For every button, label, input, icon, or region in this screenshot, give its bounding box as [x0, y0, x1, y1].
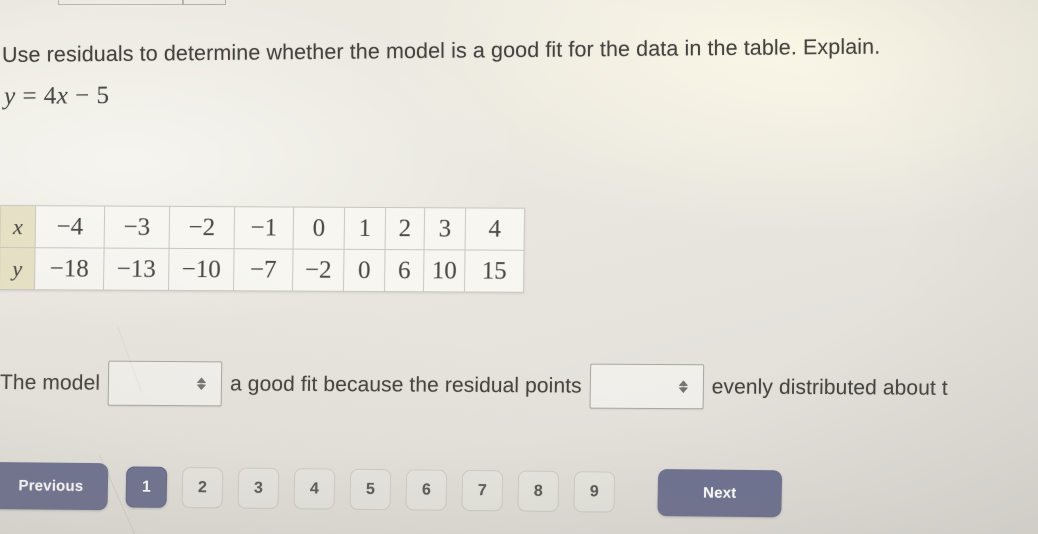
answer-dropdown-1-value [109, 383, 194, 384]
cell-x-1: −3 [104, 206, 170, 249]
cell-x-2: −2 [169, 206, 235, 249]
page-button-7[interactable]: 7 [461, 469, 504, 512]
equation-y-variable: y [4, 82, 16, 110]
cell-x-3: −1 [234, 206, 294, 250]
table-row-x: x −4 −3 −2 −1 0 1 2 3 4 [0, 205, 525, 251]
page-button-9[interactable]: 9 [573, 471, 616, 513]
pagination-bar: Previous 1 2 3 4 5 6 7 8 9 Next [0, 462, 1038, 520]
page-button-1[interactable]: 1 [125, 466, 168, 508]
cell-y-3: −7 [233, 248, 294, 292]
page-button-6[interactable]: 6 [405, 469, 448, 511]
row-label-x: x [0, 205, 36, 248]
cell-x-5: 1 [344, 207, 386, 250]
worksheet-content: Use residuals to determine whether the m… [0, 0, 1038, 534]
cell-x-6: 2 [385, 207, 425, 250]
cell-y-6: 6 [384, 249, 425, 292]
answer-text-middle: a good fit because the residual points [229, 371, 582, 398]
question-prompt: Use residuals to determine whether the m… [2, 34, 881, 67]
quiz-screen: Use residuals to determine whether the m… [0, 0, 1038, 534]
model-equation: y = 4x − 5 [4, 82, 109, 111]
cell-y-2: −10 [168, 248, 235, 291]
cell-y-1: −13 [103, 248, 170, 291]
page-button-3[interactable]: 3 [237, 467, 280, 510]
row-label-y: y [0, 247, 36, 290]
cell-x-7: 3 [424, 207, 466, 250]
answer-text-before: The model [0, 370, 101, 395]
equation-x-variable: x [56, 82, 69, 110]
cell-y-7: 10 [423, 249, 466, 292]
cell-x-8: 4 [465, 207, 525, 251]
cell-x-0: −4 [35, 205, 105, 249]
page-button-5[interactable]: 5 [349, 468, 392, 511]
next-button[interactable]: Next [657, 468, 783, 518]
equation-operator: = 4 [15, 82, 57, 110]
cell-y-5: 0 [343, 249, 386, 292]
chevron-up-down-icon [678, 380, 688, 394]
cell-y-4: −2 [292, 249, 345, 292]
answer-dropdown-1[interactable] [107, 360, 223, 407]
cell-y-0: −18 [34, 247, 105, 291]
answer-sentence: The model a good fit because the residua… [0, 360, 1038, 412]
answer-dropdown-2[interactable] [589, 363, 705, 410]
page-button-8[interactable]: 8 [517, 470, 560, 512]
equation-constant: − 5 [68, 81, 110, 110]
chevron-up-down-icon [196, 377, 207, 391]
answer-dropdown-2-value [591, 386, 676, 387]
data-table: x −4 −3 −2 −1 0 1 2 3 4 y −18 −13 −10 −7 [0, 205, 526, 293]
table-row-y: y −18 −13 −10 −7 −2 0 6 10 15 [0, 247, 525, 293]
page-button-4[interactable]: 4 [293, 468, 336, 510]
page-button-2[interactable]: 2 [181, 467, 224, 509]
answer-text-after: evenly distributed about t [711, 374, 948, 400]
data-table-container: x −4 −3 −2 −1 0 1 2 3 4 y −18 −13 −10 −7 [0, 205, 526, 293]
cell-y-8: 15 [464, 249, 525, 293]
cell-x-4: 0 [293, 207, 345, 250]
previous-button[interactable]: Previous [0, 462, 109, 511]
